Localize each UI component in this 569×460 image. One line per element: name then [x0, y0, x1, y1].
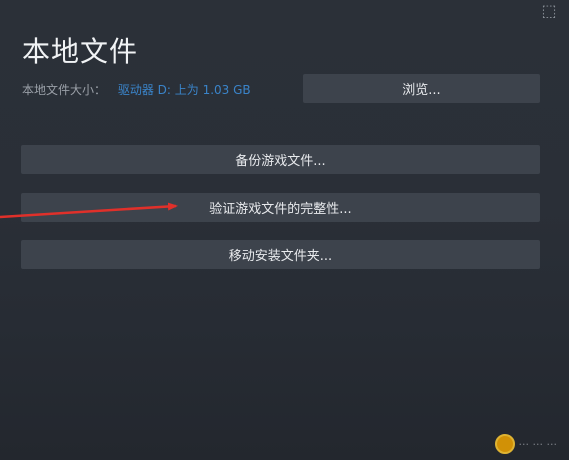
browse-button[interactable]: 浏览... [303, 74, 540, 103]
watermark-logo-icon [494, 434, 515, 454]
move-install-folder-button[interactable]: 移动安装文件夹... [21, 240, 540, 269]
watermark-text: ··· ··· ··· [518, 437, 557, 451]
file-size-label: 本地文件大小： [22, 83, 107, 97]
watermark: ··· ··· ··· [494, 434, 557, 454]
page-title: 本地文件 [22, 35, 139, 68]
local-file-size-info: 本地文件大小： 驱动器 D: 上为 1.03 GB [22, 81, 251, 98]
verify-game-files-button[interactable]: 验证游戏文件的完整性... [21, 193, 540, 222]
backup-game-files-button[interactable]: 备份游戏文件... [21, 145, 540, 174]
close-window-icon[interactable]: ⬚ [539, 1, 559, 21]
file-size-value: 驱动器 D: 上为 1.03 GB [117, 83, 251, 97]
